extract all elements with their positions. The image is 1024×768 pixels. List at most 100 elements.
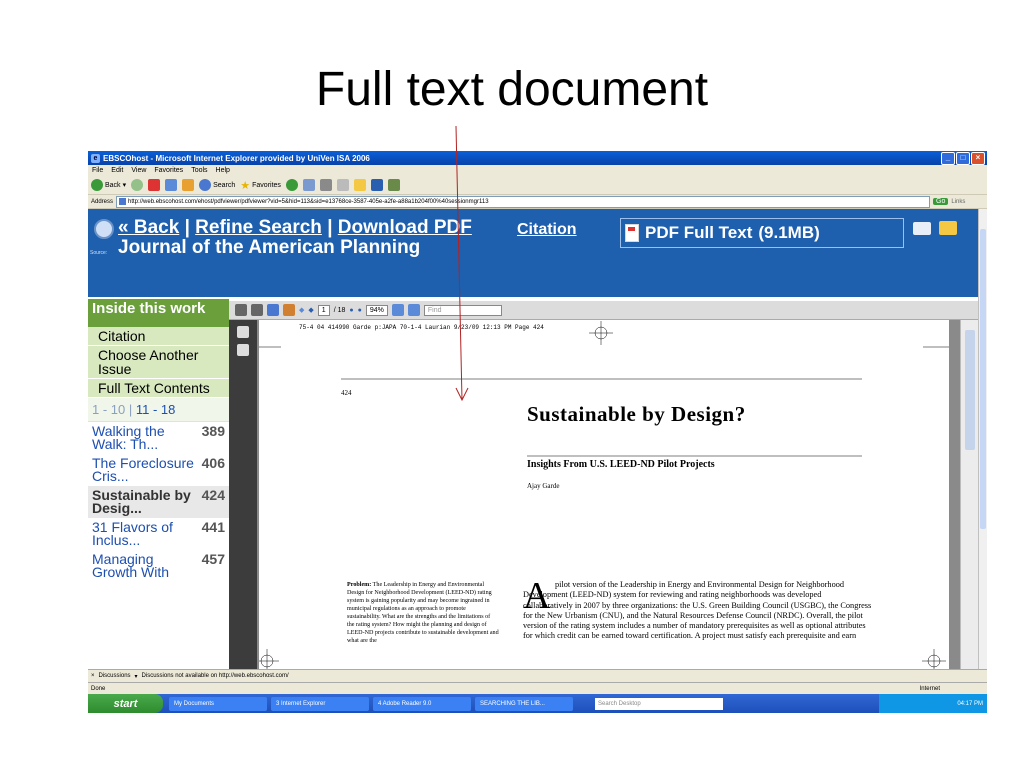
separator: | (327, 217, 333, 238)
back-arrow-icon (91, 179, 103, 191)
hand-icon[interactable] (283, 304, 295, 316)
article-item[interactable]: 31 Flavors of Inclus... 441 (88, 518, 229, 550)
ebsco-banner: « Back | Refine Search | Download PDF So… (88, 209, 979, 297)
email-icon[interactable] (913, 222, 931, 235)
save-icon[interactable] (251, 304, 263, 316)
article-item[interactable]: Walking the Walk: Th... 389 (88, 422, 229, 454)
pager-prev[interactable]: 1 - 10 (92, 402, 125, 417)
sidebar: Inside this work Citation Choose Another… (88, 299, 229, 679)
start-button[interactable]: start (88, 694, 163, 713)
search-button[interactable]: Search (199, 179, 235, 191)
folder-icon[interactable] (939, 221, 957, 235)
history-icon[interactable] (285, 179, 298, 191)
menu-tools[interactable]: Tools (191, 167, 207, 174)
previous-page-icon[interactable]: ◆ (299, 306, 304, 314)
folder-icon[interactable] (353, 179, 366, 191)
task-my-documents[interactable]: My Documents (169, 696, 267, 711)
page-scrollbar[interactable] (978, 209, 987, 679)
zoom-out-icon[interactable]: ● (349, 307, 353, 314)
window-titlebar: e EBSCOhost - Microsoft Internet Explore… (88, 151, 987, 165)
go-button[interactable]: Go (933, 198, 949, 205)
maximize-button[interactable]: □ (956, 152, 970, 165)
forward-button[interactable] (131, 179, 144, 191)
menu-view[interactable]: View (131, 167, 146, 174)
article-author: Ajay Garde (527, 482, 560, 490)
print-icon[interactable] (319, 179, 332, 191)
messenger-icon[interactable] (370, 179, 383, 191)
system-tray: 04:17 PM (879, 694, 987, 713)
window-title: EBSCOhost - Microsoft Internet Explorer … (103, 153, 370, 163)
links-button[interactable]: Links (951, 199, 965, 205)
problem-abstract: Problem: The Leadership in Energy and En… (347, 582, 499, 644)
zoom-in-icon[interactable]: ● (358, 307, 362, 314)
sidebar-item-citation[interactable]: Citation (88, 327, 229, 346)
task-internet-explorer[interactable]: 3 Internet Explorer (271, 696, 369, 711)
task-adobe-reader[interactable]: 4 Adobe Reader 9.0 (373, 696, 471, 711)
search-icon (199, 179, 212, 191)
refine-search-link[interactable]: Refine Search (195, 217, 322, 238)
mail-icon[interactable] (302, 179, 315, 191)
research-icon[interactable] (387, 179, 400, 191)
stop-icon[interactable] (148, 179, 161, 191)
back-button[interactable]: Back ▾ (91, 179, 126, 191)
fit-page-icon[interactable] (391, 304, 404, 316)
next-page-icon[interactable]: ◆ (308, 306, 313, 314)
attachments-icon[interactable] (237, 344, 249, 356)
article-subtitle: Insights From U.S. LEED-ND Pilot Project… (527, 459, 715, 470)
task-searching[interactable]: SEARCHING THE LIB... (475, 696, 573, 711)
article-body: pilot version of the Leadership in Energ… (523, 580, 872, 641)
download-pdf-link[interactable]: Download PDF (338, 217, 472, 238)
citation-link[interactable]: Citation (517, 221, 577, 239)
refresh-icon[interactable] (165, 179, 178, 191)
pdf-scrollbar[interactable] (960, 320, 979, 679)
fullscreen-icon[interactable] (407, 304, 420, 316)
address-bar: Address http://web.ebscohost.com/ehost/p… (88, 195, 987, 209)
browser-toolbar: Back ▾ Search ★ Favorites (88, 176, 987, 195)
source-label: Source: (90, 250, 108, 256)
address-label: Address (91, 198, 114, 205)
pages-icon[interactable] (237, 326, 249, 338)
pdf-full-text-button[interactable]: PDF Full Text (9.1MB) (620, 218, 904, 248)
ebsco-logo-icon (94, 219, 114, 239)
pdf-icon (625, 224, 639, 242)
zoom-select[interactable]: 94% (365, 304, 388, 316)
pdf-side-panel (229, 320, 257, 679)
address-input[interactable]: http://web.ebscohost.com/ehost/pdfviewer… (116, 195, 931, 208)
edit-icon[interactable] (336, 179, 349, 191)
close-button[interactable]: × (971, 152, 985, 165)
menu-edit[interactable]: Edit (111, 167, 123, 174)
menu-favorites[interactable]: Favorites (154, 167, 183, 174)
article-item-active[interactable]: Sustainable by Desig... 424 (88, 486, 229, 518)
desktop-search-input[interactable]: Search Desktop (595, 697, 723, 710)
minimize-button[interactable]: _ (941, 152, 955, 165)
ie-logo-icon: e (91, 153, 100, 163)
find-input[interactable]: Find (423, 304, 502, 316)
sidebar-item-choose-issue[interactable]: Choose Another Issue (88, 346, 229, 379)
share-icon[interactable] (267, 304, 279, 316)
home-icon[interactable] (182, 179, 195, 191)
pdf-page: 75-4 04 414990 Garde p:JAPA 70-1-4 Lauri… (259, 320, 949, 679)
page-total: / 18 (333, 306, 346, 314)
print-icon[interactable] (235, 304, 247, 316)
security-zone: Internet (919, 685, 940, 692)
web-page: « Back | Refine Search | Download PDF So… (88, 209, 979, 679)
star-icon: ★ (240, 179, 251, 192)
favorites-button[interactable]: ★ Favorites (240, 179, 281, 192)
page-number-input[interactable]: 1 (317, 304, 330, 316)
discussions-button[interactable]: Discussions (99, 673, 131, 679)
sidebar-heading: Inside this work (88, 299, 229, 327)
pdf-viewer: ◆ ◆ 1 / 18 ● ● 94% Find 75-4 04 414990 G… (229, 301, 979, 679)
menu-file[interactable]: File (92, 167, 103, 174)
article-item[interactable]: The Foreclosure Cris... 406 (88, 454, 229, 486)
status-text: Done (91, 685, 106, 692)
article-item[interactable]: Managing Growth With 457 (88, 550, 229, 582)
sidebar-item-contents[interactable]: Full Text Contents (88, 379, 229, 398)
close-icon[interactable]: × (91, 673, 95, 679)
pager-current[interactable]: 11 - 18 (136, 402, 176, 417)
pdf-toolbar: ◆ ◆ 1 / 18 ● ● 94% Find (229, 301, 979, 320)
article-pager: 1 - 10 | 11 - 18 (88, 398, 229, 422)
menu-help[interactable]: Help (216, 167, 230, 174)
back-link[interactable]: « Back (118, 217, 179, 238)
separator: | (184, 217, 190, 238)
page-icon (119, 198, 127, 205)
